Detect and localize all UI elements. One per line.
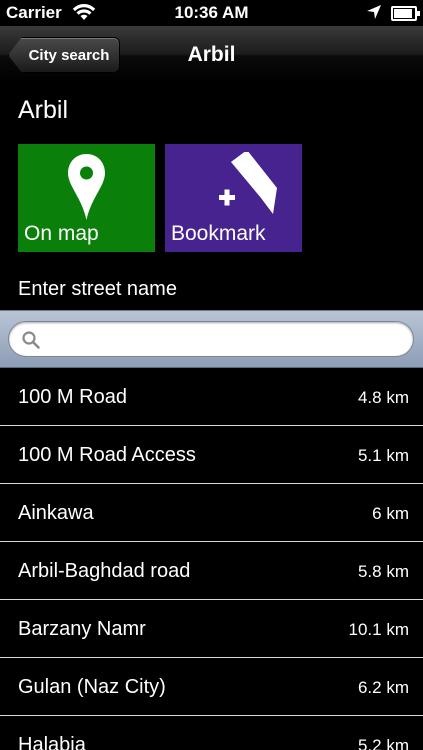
street-distance: 4.8 km [357,388,409,407]
search-icon [22,331,40,349]
street-distance: 5.2 km [357,736,409,750]
bookmark-add-icon [219,152,277,214]
street-distance: 10.1 km [348,620,409,639]
status-bar: Carrier 10:36 AM [0,0,423,26]
bookmark-label: Bookmark [171,222,266,245]
map-pin-icon [68,154,105,220]
list-item[interactable]: Barzany Namr 10.1 km [0,600,423,658]
street-name: Ainkawa [18,502,94,524]
street-search-field[interactable] [8,321,414,357]
on-map-button[interactable]: On map [18,144,155,252]
list-item[interactable]: 100 M Road 4.8 km [0,368,423,426]
street-distance: 6 km [372,504,409,523]
page-title: Arbil [187,43,236,66]
street-name: Barzany Namr [18,618,146,640]
city-title: Arbil [18,96,69,124]
list-item[interactable]: Ainkawa 6 km [0,484,423,542]
search-bar [0,310,423,368]
street-distance: 5.1 km [357,446,409,465]
street-name: Gulan (Naz City) [18,676,166,698]
list-item[interactable]: Gulan (Naz City) 6.2 km [0,658,423,716]
street-name: Arbil-Baghdad road [18,560,191,582]
navigation-bar: City search Arbil [0,26,423,85]
street-distance: 5.8 km [357,562,409,581]
street-name: 100 M Road [18,386,127,408]
bookmark-button[interactable]: Bookmark [165,144,302,252]
list-item[interactable]: Halabja 5.2 km [0,716,423,750]
status-time: 10:36 AM [174,3,249,22]
street-list: 100 M Road 4.8 km 100 M Road Access 5.1 … [0,368,423,750]
street-name: Halabja [18,734,86,750]
screen: Carrier 10:36 AM City search Arbil Arbil… [0,0,423,750]
street-search-input[interactable] [47,326,401,354]
battery-icon [391,6,420,21]
list-item[interactable]: Arbil-Baghdad road 5.8 km [0,542,423,600]
list-item[interactable]: 100 M Road Access 5.1 km [0,426,423,484]
street-prompt: Enter street name [18,278,177,300]
street-distance: 6.2 km [357,678,409,697]
location-arrow-icon [367,5,381,19]
street-name: 100 M Road Access [18,444,196,466]
on-map-label: On map [24,222,99,245]
